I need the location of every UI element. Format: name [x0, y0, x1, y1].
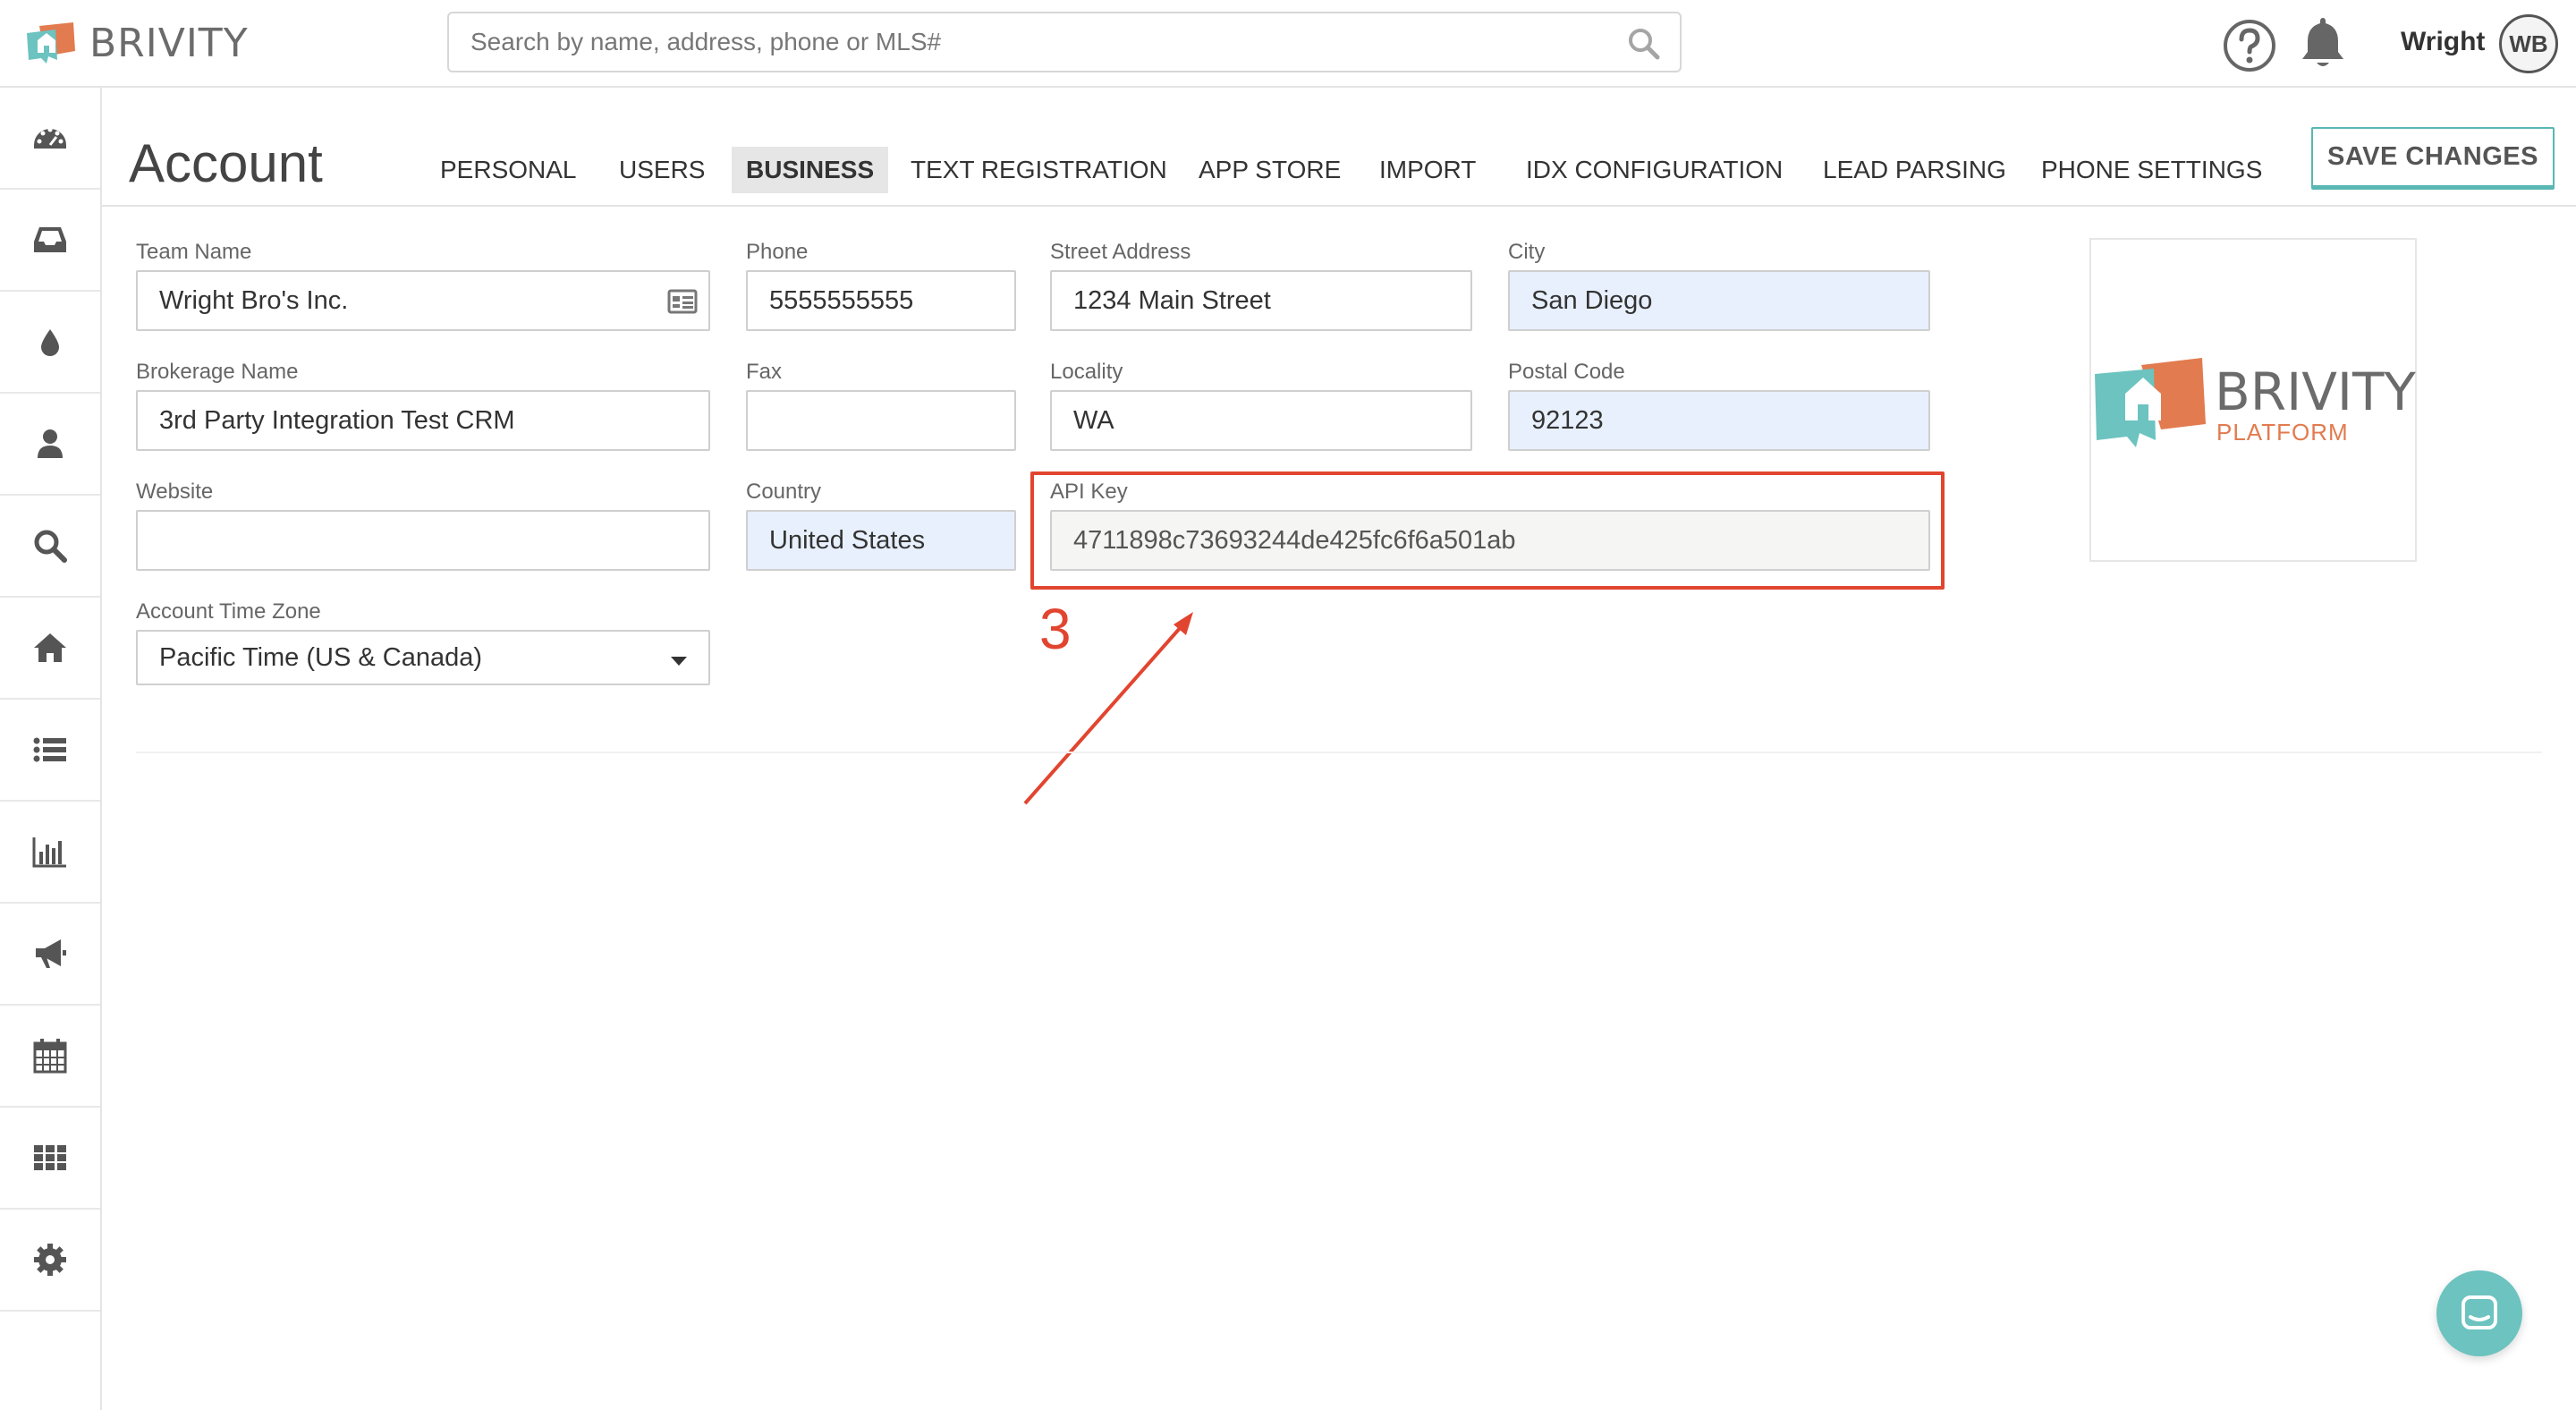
street-address-label: Street Address [1050, 240, 1191, 264]
tab-idx-configuration[interactable]: IDX CONFIGURATION [1512, 147, 1797, 193]
tab-text-registration[interactable]: TEXT REGISTRATION [896, 147, 1182, 193]
logo-mark-icon [27, 22, 75, 64]
dashboard-icon [34, 127, 66, 149]
sidebar-item-properties[interactable] [0, 598, 100, 700]
chat-icon [2462, 1295, 2497, 1329]
website-field[interactable] [136, 510, 710, 571]
search-icon [34, 530, 67, 563]
team-name-label: Team Name [136, 240, 252, 264]
locality-label: Locality [1050, 360, 1123, 384]
help-icon[interactable] [2222, 18, 2277, 73]
time-zone-value: Pacific Time (US & Canada) [159, 643, 483, 672]
list-icon [33, 737, 66, 762]
tab-app-store[interactable]: APP STORE [1184, 147, 1355, 193]
locality-field[interactable]: WA [1050, 390, 1472, 451]
team-name-field[interactable]: Wright Bro's Inc. [136, 270, 710, 331]
page-title: Account [129, 133, 323, 193]
brokerage-name-field[interactable]: 3rd Party Integration Test CRM [136, 390, 710, 451]
sidebar-item-search[interactable] [0, 496, 100, 598]
chat-launcher-button[interactable] [2436, 1270, 2522, 1356]
sidebar-item-tasks[interactable] [0, 700, 100, 802]
tab-business[interactable]: BUSINESS [732, 147, 889, 193]
apps-grid-icon [34, 1145, 66, 1170]
brivity-platform-logo: BRIVITY PLATFORM [2095, 358, 2416, 447]
fax-field[interactable] [746, 390, 1016, 451]
api-key-highlight-box [1030, 471, 1945, 590]
top-bar: BRIVITY Wright WB [0, 0, 2576, 88]
person-icon [38, 429, 63, 458]
country-field[interactable]: United States [746, 510, 1016, 571]
postal-code-field[interactable]: 92123 [1508, 390, 1930, 451]
tab-users[interactable]: USERS [605, 147, 719, 193]
postal-code-label: Postal Code [1508, 360, 1625, 384]
bell-icon[interactable] [2295, 14, 2351, 72]
gear-icon [34, 1244, 66, 1276]
inbox-icon [34, 227, 66, 252]
search-input[interactable] [470, 24, 1589, 60]
phone-field[interactable]: 5555555555 [746, 270, 1016, 331]
brand-card-subtitle: PLATFORM [2216, 419, 2349, 446]
sidebar-item-marketing[interactable] [0, 904, 100, 1006]
sidebar-item-reports[interactable] [0, 802, 100, 904]
fax-label: Fax [746, 360, 783, 384]
street-address-field[interactable]: 1234 Main Street [1050, 270, 1472, 331]
search-icon[interactable] [1626, 26, 1662, 62]
bar-chart-icon [32, 837, 66, 868]
sidebar-item-calendar[interactable] [0, 1006, 100, 1108]
sidebar-item-apps[interactable] [0, 1108, 100, 1210]
save-changes-button[interactable]: SAVE CHANGES [2311, 127, 2555, 190]
sidebar-item-drop[interactable] [0, 292, 100, 394]
sidebar-item-settings[interactable] [0, 1210, 100, 1312]
time-zone-label: Account Time Zone [136, 599, 321, 624]
sidebar-item-inbox[interactable] [0, 190, 100, 292]
tab-personal[interactable]: PERSONAL [426, 147, 591, 193]
avatar[interactable]: WB [2499, 14, 2558, 73]
time-zone-select[interactable]: Pacific Time (US & Canada) [136, 630, 710, 685]
team-name-value: Wright Bro's Inc. [159, 286, 349, 315]
home-icon [34, 633, 66, 662]
drop-icon [41, 329, 59, 356]
brand-name: BRIVITY [89, 20, 249, 66]
country-label: Country [746, 480, 822, 504]
sidebar-item-dashboard[interactable] [0, 88, 100, 190]
team-logo-card[interactable]: BRIVITY PLATFORM [2089, 238, 2417, 562]
sidebar-item-contacts[interactable] [0, 394, 100, 496]
city-field[interactable]: San Diego [1508, 270, 1930, 331]
chevron-down-icon [671, 657, 687, 666]
city-label: City [1508, 240, 1546, 264]
search-bar[interactable] [447, 12, 1682, 72]
header-divider [102, 205, 2576, 207]
contact-card-icon[interactable] [667, 288, 698, 315]
phone-label: Phone [746, 240, 809, 264]
user-name[interactable]: Wright [2401, 27, 2485, 57]
brand-card-title: BRIVITY [2215, 361, 2416, 422]
brokerage-name-label: Brokerage Name [136, 360, 299, 384]
megaphone-icon [36, 939, 66, 968]
section-divider [136, 752, 2542, 753]
tab-lead-parsing[interactable]: LEAD PARSING [1809, 147, 2021, 193]
tab-import[interactable]: IMPORT [1365, 147, 1490, 193]
website-label: Website [136, 480, 214, 504]
brivity-logo[interactable]: BRIVITY [25, 20, 249, 66]
tab-phone-settings[interactable]: PHONE SETTINGS [2027, 147, 2276, 193]
sidebar-nav [0, 88, 102, 1410]
annotation-arrow-icon [1023, 612, 1193, 805]
calendar-icon [33, 1039, 67, 1074]
